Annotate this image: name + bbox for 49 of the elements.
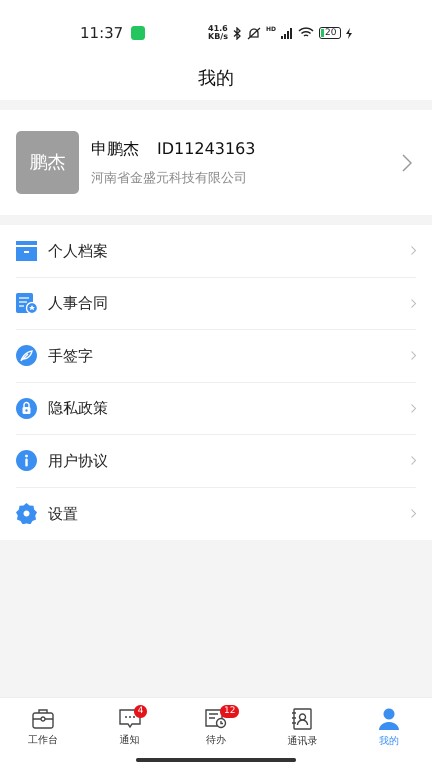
tab[interactable]: 4 通知 [86, 708, 173, 748]
chevron-right-icon [411, 351, 416, 360]
padlock-icon [16, 398, 37, 419]
network-speed: 41.6 [208, 25, 228, 33]
menu-label: 隐私政策 [48, 398, 108, 419]
chevron-right-icon [402, 154, 412, 172]
chevron-right-icon [411, 509, 416, 518]
document-star-icon [16, 292, 38, 314]
menu-item[interactable]: 人事合同 [16, 278, 416, 330]
count-badge: 12 [220, 705, 240, 718]
menu-item[interactable]: 手签字 [16, 330, 416, 382]
page-title: 我的 [198, 66, 234, 90]
tab[interactable]: 12 待办 [172, 708, 260, 748]
signal-icon [281, 28, 293, 38]
info-icon [16, 450, 37, 472]
contact-book-icon [291, 708, 314, 730]
tab[interactable]: 工作台 [0, 708, 86, 748]
menu-item[interactable]: 用户协议 [16, 435, 416, 488]
company-name: 河南省金盛元科技有限公司 [91, 170, 248, 188]
chevron-right-icon [411, 456, 416, 466]
menu-item[interactable]: 设置 [16, 488, 416, 540]
network-speed-unit: KB/s [208, 33, 228, 41]
feather-icon [16, 345, 37, 366]
person-icon [378, 708, 400, 730]
charging-icon [346, 28, 352, 38]
user-id: ID11243163 [157, 138, 256, 160]
chevron-right-icon [411, 298, 416, 308]
archive-box-icon [16, 240, 37, 261]
user-name: 申鹏杰 [91, 138, 139, 160]
menu-label: 个人档案 [48, 240, 108, 262]
muted-bell-icon [246, 26, 261, 40]
tab[interactable]: 通讯录 [259, 708, 346, 748]
clock: 11:37 [80, 22, 124, 44]
battery-level: 20 [325, 28, 336, 38]
menu-label: 用户协议 [48, 450, 108, 472]
menu-item[interactable]: 个人档案 [16, 225, 416, 278]
avatar-text: 鹏杰 [30, 151, 66, 175]
wifi-icon [298, 27, 314, 39]
menu-label: 手签字 [48, 346, 93, 366]
menu-label: 人事合同 [48, 293, 108, 314]
chevron-right-icon [411, 404, 416, 413]
chevron-right-icon [411, 246, 416, 256]
count-badge: 4 [134, 705, 148, 718]
briefcase-icon [32, 709, 54, 729]
profile-card[interactable]: 鹏杰 申鹏杰 ID11243163 河南省金盛元科技有限公司 [0, 110, 432, 215]
settings-icon [16, 503, 37, 524]
menu-label: 设置 [48, 504, 78, 524]
menu-item[interactable]: 隐私政策 [16, 382, 416, 435]
bluetooth-icon [232, 26, 242, 40]
